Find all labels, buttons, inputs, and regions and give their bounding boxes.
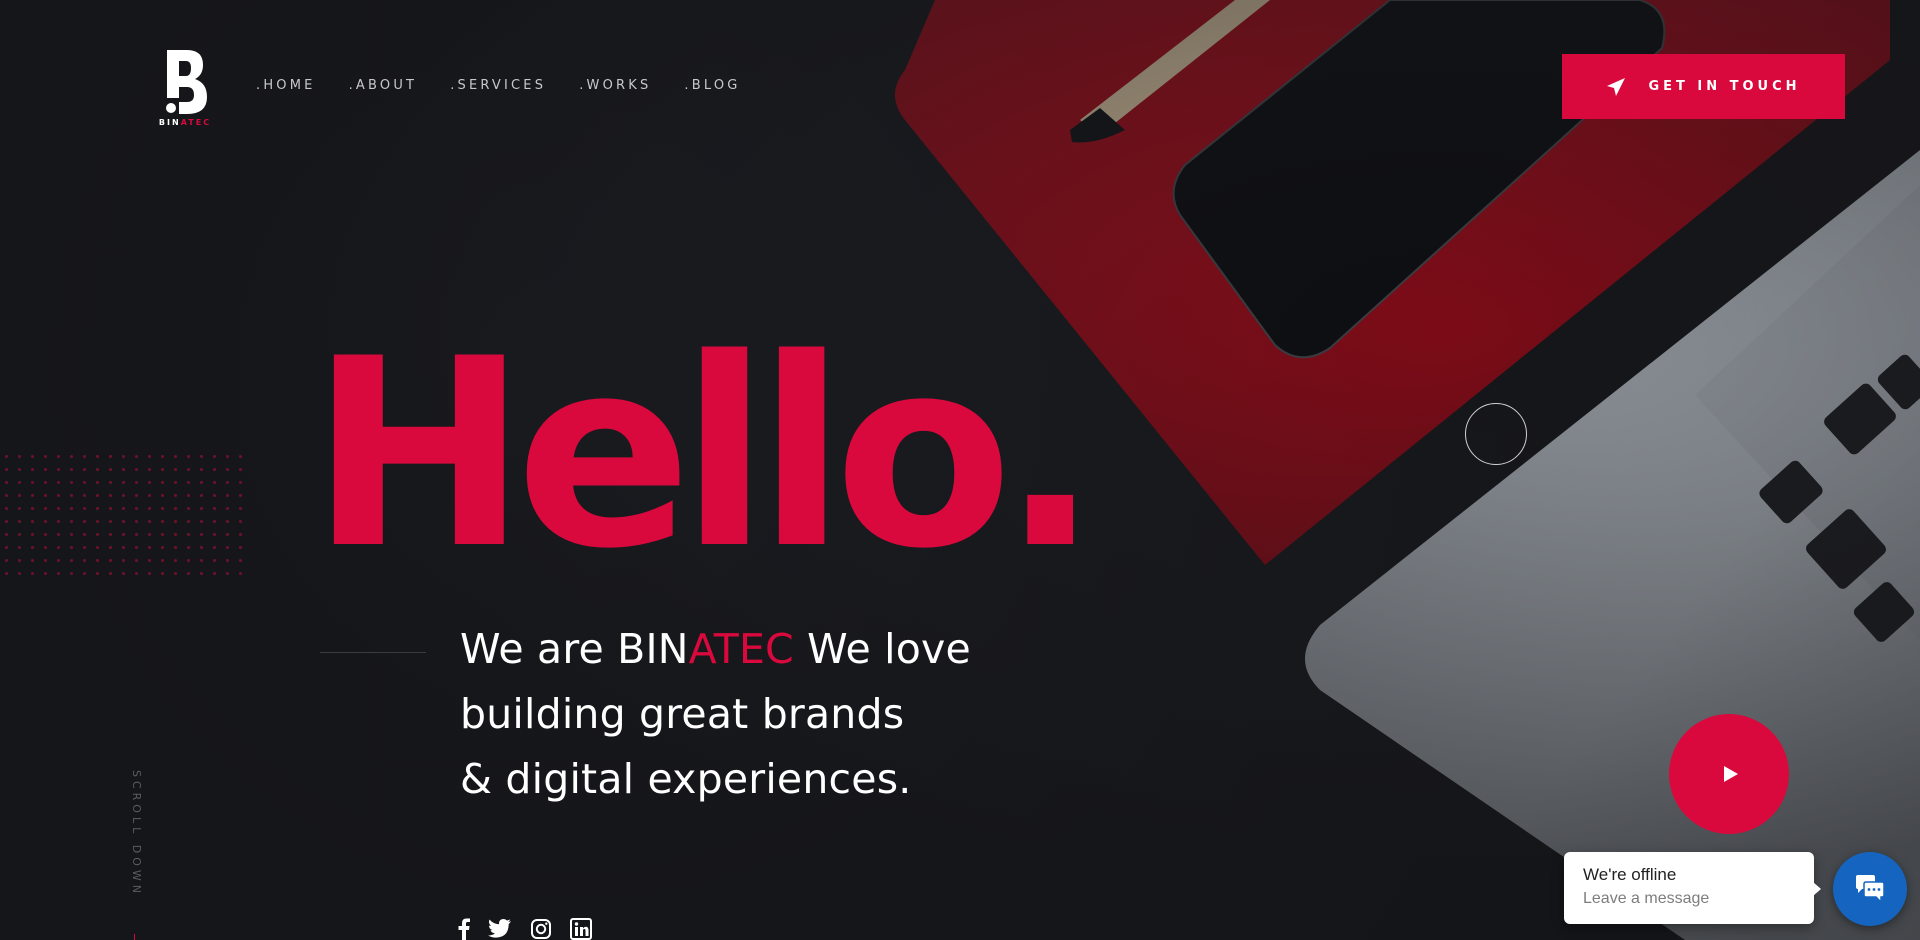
nav-item-services[interactable]: .SERVICES bbox=[450, 78, 546, 93]
instagram-icon[interactable] bbox=[530, 918, 552, 940]
chat-launcher-button[interactable] bbox=[1833, 852, 1907, 926]
twitter-icon[interactable] bbox=[488, 918, 512, 940]
chat-offline-bubble[interactable]: We're offline Leave a message bbox=[1564, 852, 1821, 924]
tagline-text: & digital experiences. bbox=[460, 755, 912, 803]
get-in-touch-button[interactable]: GET IN TOUCH bbox=[1562, 54, 1845, 119]
social-links bbox=[458, 918, 592, 940]
facebook-icon[interactable] bbox=[458, 918, 470, 940]
logo[interactable]: BINATEC bbox=[155, 48, 215, 132]
scroll-down-indicator[interactable]: SCROLL DOWN bbox=[130, 770, 143, 897]
landing-page: BINATEC .HOME .ABOUT .SERVICES .WORKS .B… bbox=[0, 0, 1920, 940]
tagline-text: We love bbox=[793, 625, 971, 673]
tagline-brand-prefix: BIN bbox=[617, 625, 689, 673]
hero-tagline: We are BINATEC We love building great br… bbox=[460, 617, 971, 812]
nav-item-works[interactable]: .WORKS bbox=[579, 78, 651, 93]
tagline-text: We are bbox=[460, 625, 618, 673]
cursor-ring bbox=[1465, 403, 1527, 465]
get-in-touch-label: GET IN TOUCH bbox=[1648, 79, 1801, 94]
play-icon bbox=[1724, 766, 1738, 782]
dot-pattern bbox=[0, 450, 245, 580]
hero-divider bbox=[320, 652, 426, 653]
tagline-text: building great brands bbox=[460, 690, 905, 738]
paper-plane-icon bbox=[1606, 77, 1626, 97]
play-video-button[interactable] bbox=[1669, 714, 1789, 834]
nav-item-home[interactable]: .HOME bbox=[256, 78, 316, 93]
logo-wordmark: BINATEC bbox=[158, 118, 212, 127]
main-nav: .HOME .ABOUT .SERVICES .WORKS .BLOG bbox=[256, 78, 741, 93]
logo-mark-icon bbox=[166, 50, 207, 114]
nav-item-blog[interactable]: .BLOG bbox=[684, 78, 740, 93]
chat-icon bbox=[1856, 875, 1885, 904]
nav-item-about[interactable]: .ABOUT bbox=[349, 78, 418, 93]
tagline-brand-suffix: ATEC bbox=[688, 625, 794, 673]
hero-title: Hello. bbox=[310, 304, 1100, 606]
scroll-down-line bbox=[134, 934, 135, 940]
chat-subtitle: Leave a message bbox=[1583, 890, 1710, 907]
chat-status: We're offline bbox=[1583, 865, 1677, 884]
linkedin-icon[interactable] bbox=[570, 918, 592, 940]
